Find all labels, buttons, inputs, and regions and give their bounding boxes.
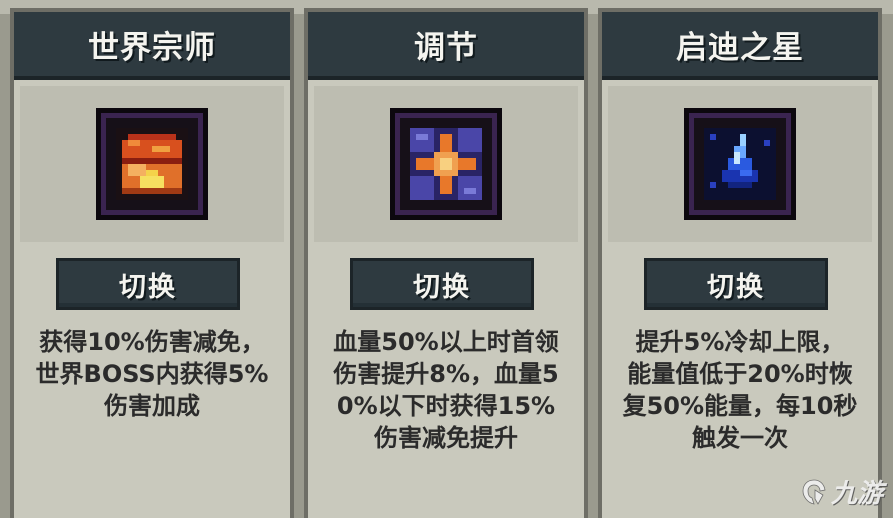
watermark: 九游 bbox=[799, 473, 883, 510]
world-master-chest-icon bbox=[96, 108, 208, 220]
icon-panel bbox=[20, 86, 284, 242]
talent-card-star-of-enlightenment: 启迪之星 切换 提升5%冷却上限， 能量值低于20%时恢 复50%能量，每10秒… bbox=[598, 8, 882, 518]
talent-card-world-master: 世界宗师 切换 获得10%伤害减免， 世界BOSS内获得5% 伤害加成 bbox=[10, 8, 294, 518]
regulate-cross-icon bbox=[390, 108, 502, 220]
talent-description: 提升5%冷却上限， 能量值低于20%时恢 复50%能量，每10秒 触发一次 bbox=[622, 328, 858, 452]
switch-button[interactable]: 切换 bbox=[56, 258, 240, 310]
card-title: 调节 bbox=[414, 29, 478, 66]
talent-description: 血量50%以上时首领 伤害提升8%，血量5 0%以下时获得15% 伤害减免提升 bbox=[333, 328, 559, 452]
card-header: 世界宗师 bbox=[14, 12, 290, 80]
card-header: 调节 bbox=[308, 12, 584, 80]
switch-button[interactable]: 切换 bbox=[644, 258, 828, 310]
watermark-text: 九游 bbox=[830, 479, 883, 509]
switch-button[interactable]: 切换 bbox=[350, 258, 534, 310]
jiuyou-logo-icon bbox=[802, 479, 826, 505]
star-of-enlightenment-crystal-icon bbox=[684, 108, 796, 220]
talent-card-regulate: 调节 切换 血量50%以上时首领 伤害提升8%，血量5 0%以下时获得15% 伤… bbox=[304, 8, 588, 518]
icon-panel bbox=[314, 86, 578, 242]
icon-panel bbox=[608, 86, 872, 242]
card-header: 启迪之星 bbox=[602, 12, 878, 80]
switch-button-label: 切换 bbox=[413, 271, 471, 303]
card-title: 启迪之星 bbox=[676, 29, 804, 66]
switch-button-label: 切换 bbox=[707, 271, 765, 303]
switch-button-label: 切换 bbox=[119, 271, 177, 303]
talent-description: 获得10%伤害减免， 世界BOSS内获得5% 伤害加成 bbox=[35, 328, 269, 420]
card-title: 世界宗师 bbox=[88, 29, 216, 66]
